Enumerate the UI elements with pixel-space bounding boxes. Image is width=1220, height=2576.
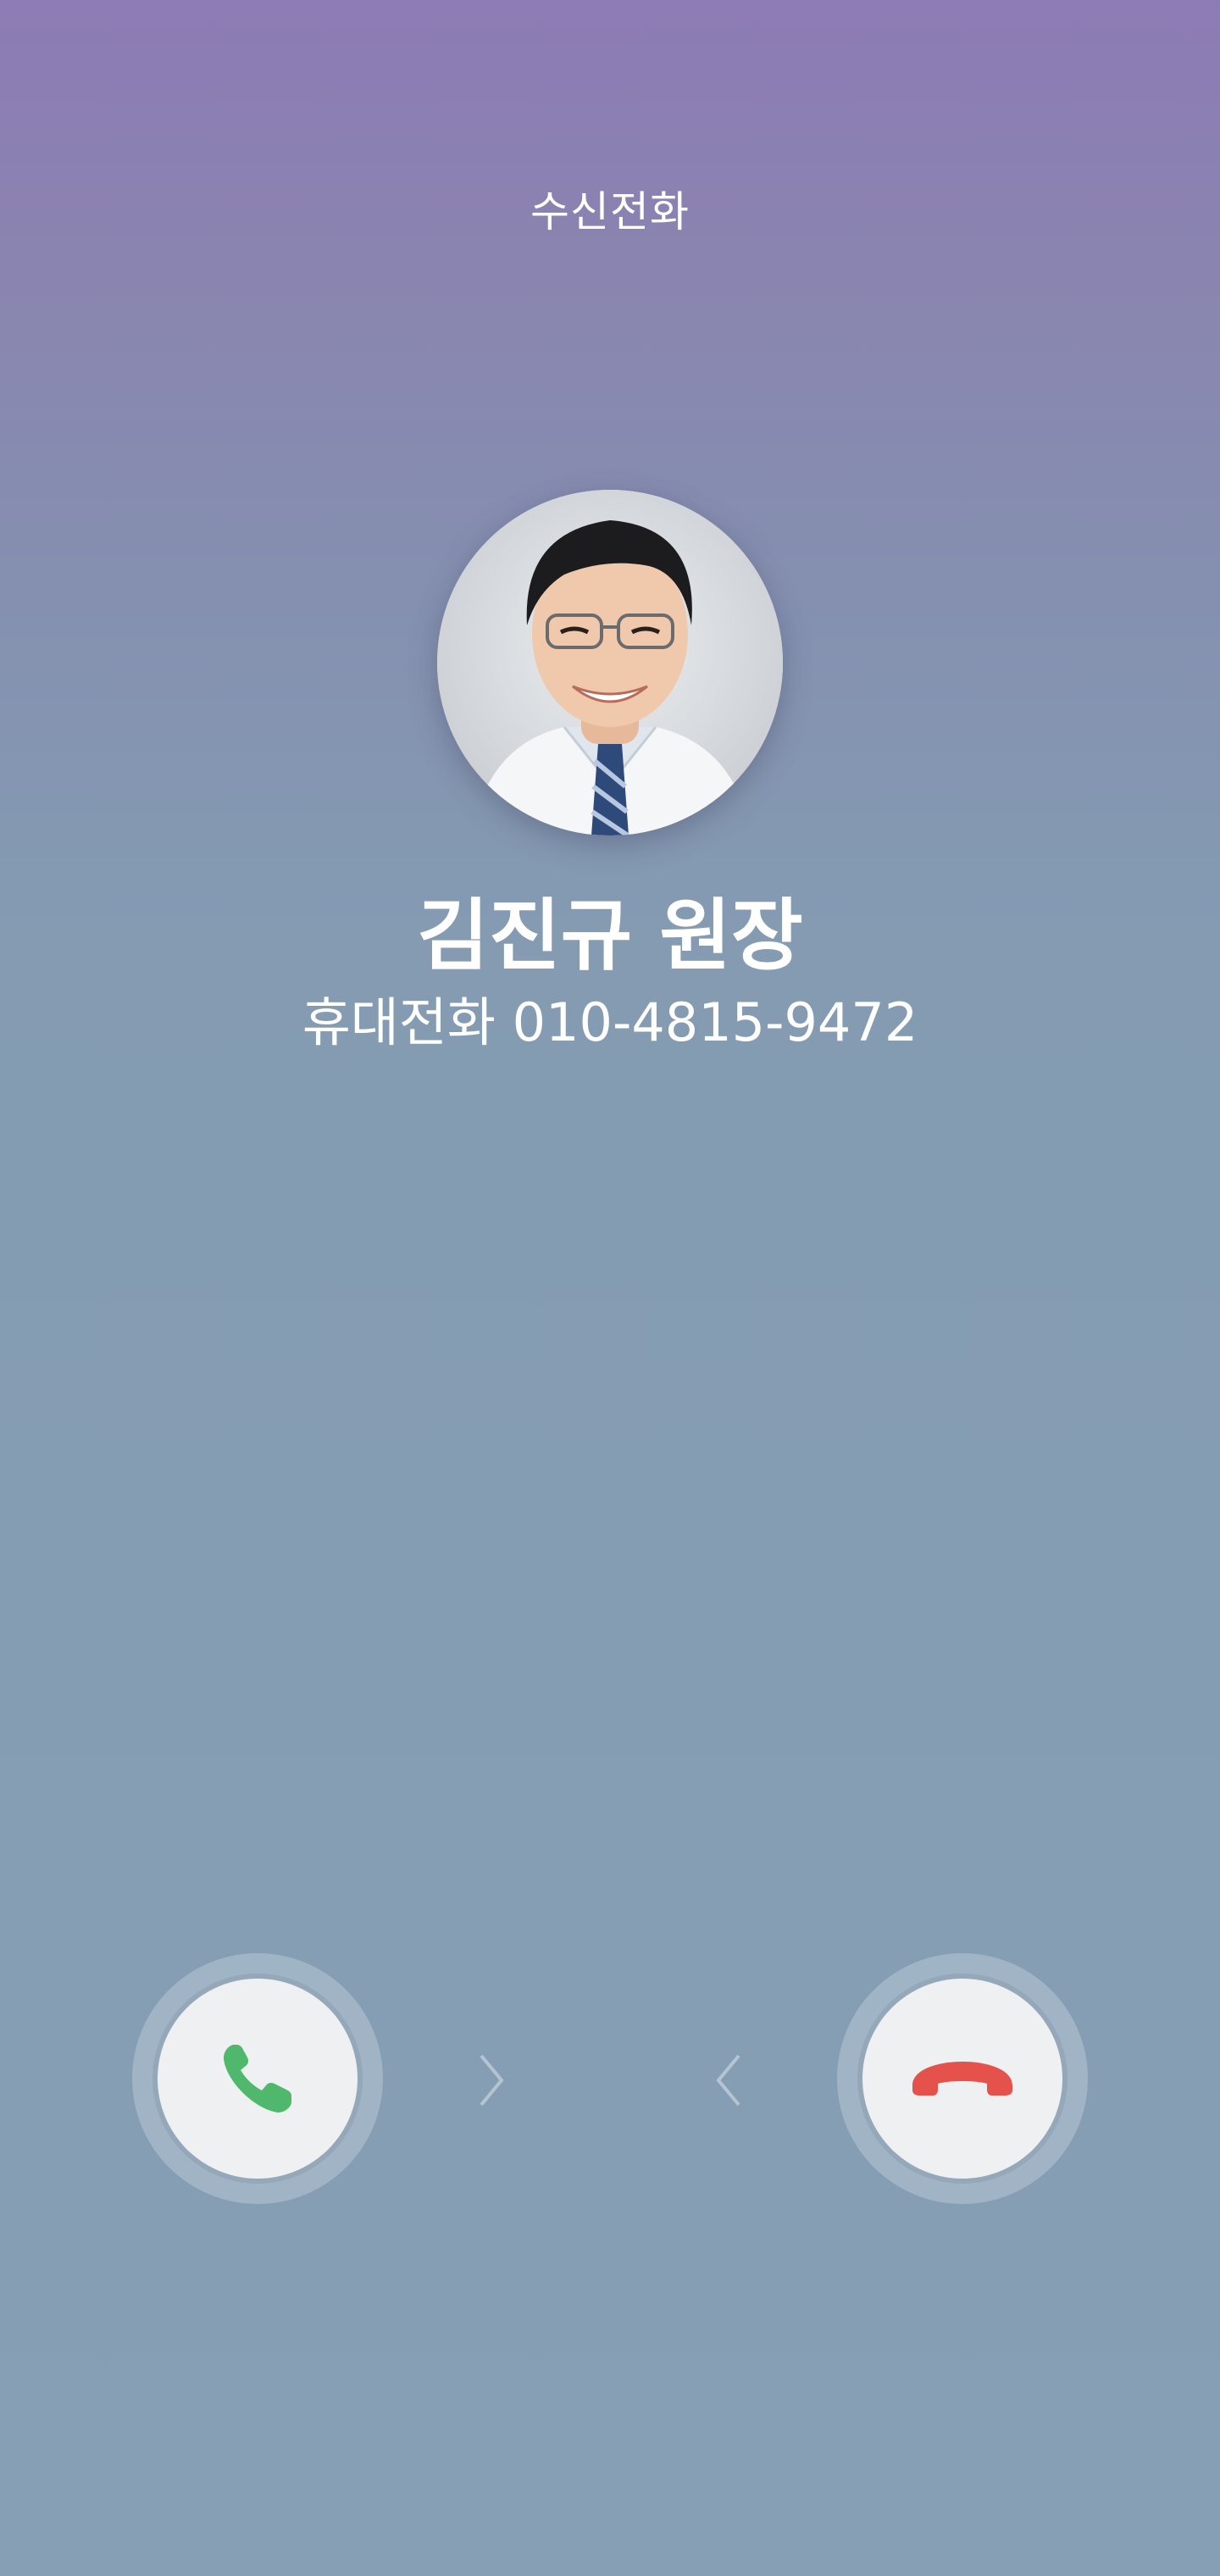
decline-call-button[interactable] (837, 1953, 1088, 2204)
accept-call-button-face[interactable] (158, 1979, 358, 2179)
number-type-label: 휴대전화 (302, 991, 496, 1053)
swipe-left-hint-icon (716, 2054, 740, 2107)
phone-accept-icon (224, 2045, 291, 2112)
caller-phone-number: 010-4815-9472 (512, 991, 918, 1053)
caller-name: 김진규 원장 (417, 891, 803, 981)
caller-photo (437, 490, 783, 836)
accept-call-button[interactable] (132, 1953, 383, 2204)
caller-number-row: 휴대전화 010-4815-9472 (0, 985, 1220, 1061)
incoming-call-title: 수신전화 (530, 187, 690, 236)
phone-decline-icon (912, 2062, 1012, 2096)
caller-avatar (437, 490, 783, 836)
decline-call-button-face[interactable] (862, 1979, 1062, 2179)
swipe-right-hint-icon (480, 2054, 504, 2107)
